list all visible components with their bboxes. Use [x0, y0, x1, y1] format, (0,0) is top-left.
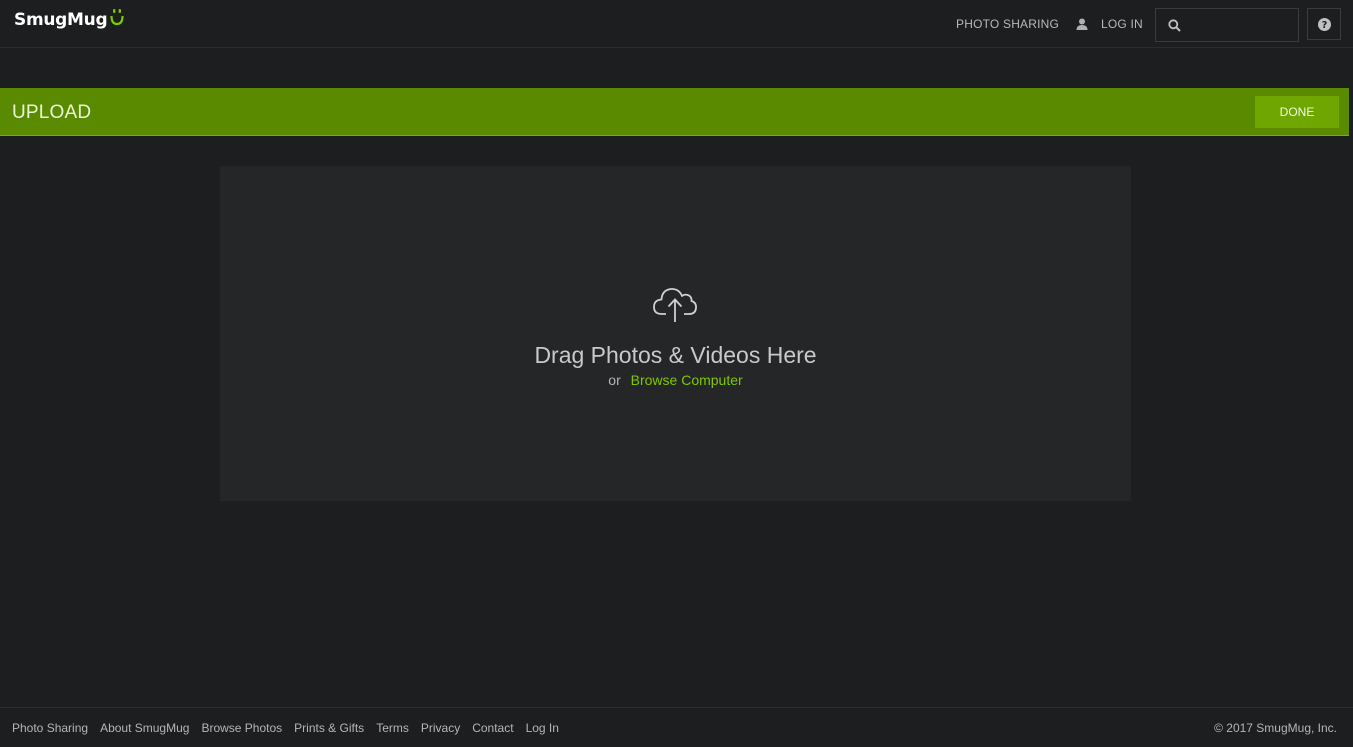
user-icon [1076, 18, 1088, 30]
upload-dropzone[interactable]: Drag Photos & Videos Here or Browse Comp… [220, 166, 1131, 501]
upload-header-bar: UPLOAD DONE [0, 88, 1349, 136]
upload-title: UPLOAD [12, 102, 92, 123]
logo-text: SmugMug [14, 10, 108, 30]
browse-computer-link[interactable]: Browse Computer [631, 372, 743, 388]
footer-link-login[interactable]: Log In [526, 721, 559, 735]
search-input[interactable] [1187, 18, 1297, 32]
footer-link-about[interactable]: About SmugMug [100, 721, 189, 735]
browse-line: or Browse Computer [220, 372, 1131, 388]
copyright-text: © 2017 SmugMug, Inc. [1214, 721, 1337, 735]
smugmug-logo[interactable]: SmugMug [14, 9, 124, 30]
smugmug-logo-mark-icon [110, 9, 124, 26]
search-icon [1168, 18, 1181, 32]
footer-link-browse-photos[interactable]: Browse Photos [201, 721, 282, 735]
footer: Photo Sharing About SmugMug Browse Photo… [0, 707, 1353, 747]
search-box[interactable] [1155, 8, 1299, 42]
nav-login[interactable]: LOG IN [1076, 17, 1143, 31]
or-text: or [608, 372, 621, 388]
help-button[interactable]: ? [1307, 8, 1341, 40]
footer-link-photo-sharing[interactable]: Photo Sharing [12, 721, 88, 735]
drag-instructions: Drag Photos & Videos Here [534, 342, 817, 368]
top-nav-bar: SmugMug PHOTO SHARING LOG IN ? [0, 0, 1353, 48]
footer-link-contact[interactable]: Contact [472, 721, 513, 735]
cloud-upload-icon [653, 288, 697, 322]
done-button[interactable]: DONE [1255, 96, 1339, 128]
nav-photo-sharing[interactable]: PHOTO SHARING [956, 17, 1059, 31]
help-icon: ? [1317, 17, 1331, 31]
footer-link-privacy[interactable]: Privacy [421, 721, 460, 735]
footer-link-terms[interactable]: Terms [376, 721, 409, 735]
help-glyph: ? [1321, 20, 1327, 31]
footer-links: Photo Sharing About SmugMug Browse Photo… [12, 721, 571, 735]
footer-link-prints-gifts[interactable]: Prints & Gifts [294, 721, 364, 735]
login-label: LOG IN [1101, 17, 1143, 31]
